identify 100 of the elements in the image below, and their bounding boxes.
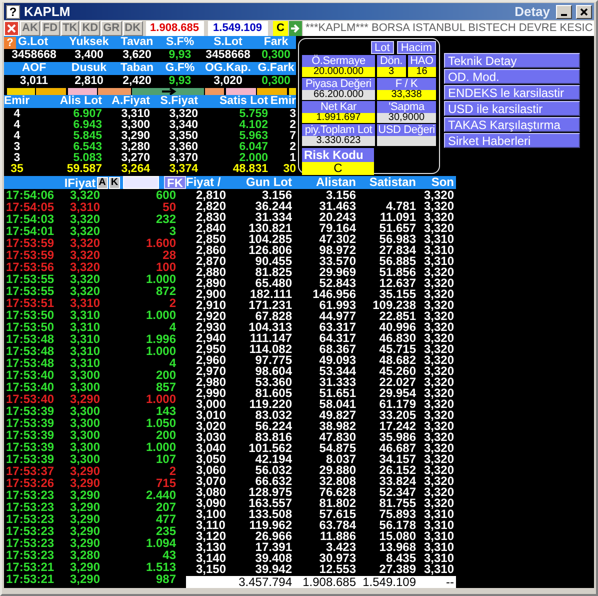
ask-volume: 51.856	[378, 267, 416, 278]
last-price: 3,310	[422, 520, 454, 531]
trade-price: 3,290	[70, 561, 102, 573]
field-label: HAO	[408, 55, 436, 67]
trade-time: 17:53:23	[6, 525, 56, 537]
bid-volume: 98.972	[318, 245, 356, 256]
last-price: 3,320	[422, 421, 454, 432]
ask-price: 3,360	[168, 142, 198, 153]
risk-badge: C	[272, 20, 288, 36]
toggle-button[interactable]: Lot	[370, 41, 394, 54]
arrow-icon[interactable]	[289, 20, 302, 36]
ask-volume: 8.435	[386, 553, 416, 564]
column-header: Dusuk	[64, 62, 114, 75]
trade-price: 3,290	[70, 477, 102, 489]
daily-lot: 56.032	[254, 465, 292, 476]
trade-price: 3,290	[70, 525, 102, 537]
column-header: Fark	[256, 36, 296, 49]
action-button[interactable]: OD. Mod.	[444, 69, 580, 84]
trade-price: 3,310	[70, 345, 102, 357]
daily-lot: 65.480	[255, 278, 292, 289]
action-button[interactable]: Teknik Detay	[444, 53, 580, 68]
help-button[interactable]: ?	[4, 36, 16, 48]
field-value: 3	[377, 67, 406, 77]
help-button[interactable]: ?	[6, 4, 20, 19]
trade-time: 17:53:56	[6, 261, 56, 273]
daily-lot: 119.962	[248, 520, 292, 531]
filter-field[interactable]	[123, 176, 160, 189]
window-title: KAPLM	[24, 4, 72, 20]
trade-price: 3,320	[70, 261, 102, 273]
ask-volume: 29.954	[378, 388, 416, 399]
action-button[interactable]: USD ile karsilastir	[444, 101, 580, 116]
trade-quantity: 1.094	[144, 537, 176, 549]
trade-quantity: 235	[154, 525, 176, 537]
last-price: 3,310	[422, 531, 454, 542]
trade-quantity: 477	[154, 513, 176, 525]
ask-volume: 46.830	[378, 333, 416, 344]
minimize-button[interactable]	[556, 4, 572, 19]
trade-time: 17:53:40	[6, 381, 56, 393]
last-price: 3,310	[422, 256, 454, 267]
bid-volume: 3.423	[326, 542, 356, 553]
bid-volume: 12.553	[318, 564, 356, 575]
order-count: 4	[12, 131, 22, 142]
ask-price: 3,320	[168, 109, 198, 120]
trade-time: 17:53:21	[6, 561, 56, 573]
daily-lot: 98.604	[254, 366, 292, 377]
order-count: 3	[12, 153, 22, 164]
close-button[interactable]	[576, 4, 592, 19]
toggle-button[interactable]: Hacim	[396, 41, 436, 54]
last-price: 3,320	[422, 333, 454, 344]
trade-price: 3,300	[70, 405, 102, 417]
price-level: 2,860	[195, 245, 228, 256]
bid-volume: 8.037	[326, 454, 356, 465]
bid-volume: 32.808	[318, 476, 356, 487]
bid-volume: 31.463	[318, 201, 356, 212]
trade-price: 3,300	[70, 369, 102, 381]
trade-price: 3,320	[70, 225, 102, 237]
column-header: Emir	[269, 95, 296, 108]
last-price: 3,310	[422, 553, 454, 564]
trade-time: 17:53:40	[6, 393, 56, 405]
trade-quantity: 107	[154, 453, 176, 465]
last-price: 3,320	[422, 267, 454, 278]
price-level: 3,130	[195, 542, 228, 553]
trade-price: 3,310	[70, 321, 102, 333]
small-button[interactable]: K	[108, 176, 120, 188]
order-count: 2	[288, 120, 296, 131]
total-value: 1.549.109	[362, 576, 416, 588]
trade-time: 17:53:48	[6, 333, 56, 345]
trade-price: 3,320	[70, 249, 102, 261]
trade-quantity: 600	[154, 189, 176, 201]
action-button[interactable]: ENDEKS le karsilastir	[444, 85, 580, 100]
action-button[interactable]: TAKAS Karşılaştırma	[444, 117, 580, 132]
daily-lot: 39.408	[254, 553, 292, 564]
trade-time: 17:54:06	[6, 189, 56, 201]
trade-price: 3,300	[70, 429, 102, 441]
daily-lot: 67.828	[255, 311, 292, 322]
trade-price: 3,310	[70, 297, 102, 309]
total-value: 48.831	[232, 164, 268, 175]
daily-lot: 81.605	[255, 388, 292, 399]
price-level: 2,890	[195, 278, 228, 289]
trade-time: 17:53:48	[6, 345, 56, 357]
bid-volume: 47.830	[318, 432, 356, 443]
field-value: 3.330.623	[302, 136, 375, 146]
action-button[interactable]: Sirket Haberleri	[444, 133, 580, 148]
trade-quantity: 1.000	[144, 441, 176, 453]
column-header: S.F%	[160, 36, 200, 49]
column-header: Emir	[4, 95, 30, 108]
last-price: 3,320	[422, 300, 454, 311]
trade-price: 3,290	[70, 489, 102, 501]
field-value: 20.000.000	[302, 67, 375, 77]
small-button[interactable]: A	[96, 176, 108, 188]
trade-time: 17:53:51	[6, 297, 56, 309]
last-price: 3,310	[422, 564, 454, 575]
column-header: AOF	[4, 62, 64, 75]
ask-volume: 22.027	[378, 377, 416, 388]
trade-time: 17:53:23	[6, 537, 56, 549]
daily-lot: 66.632	[255, 476, 292, 487]
last-price: 3,320	[422, 388, 454, 399]
ask-volume: 75.893	[378, 509, 416, 520]
filter-button[interactable]: FK	[164, 176, 186, 189]
field-value: 33,338	[377, 90, 436, 100]
